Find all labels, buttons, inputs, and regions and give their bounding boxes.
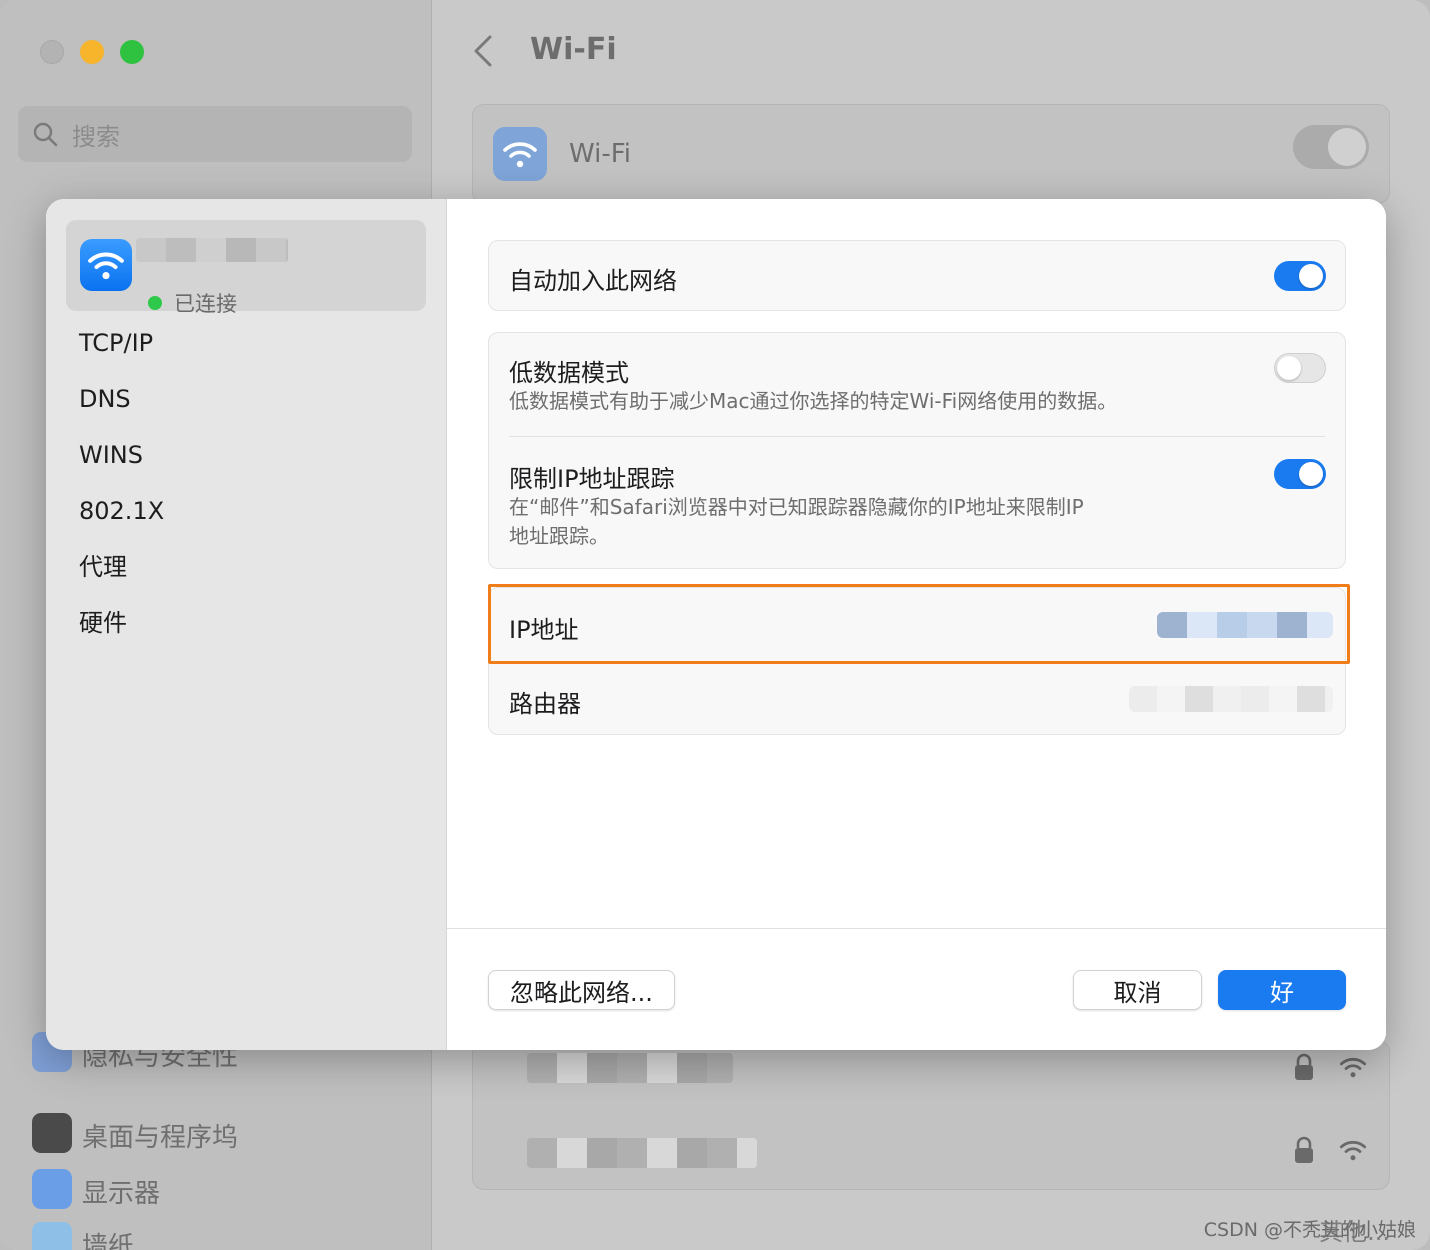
divider	[509, 436, 1325, 437]
wifi-icon	[80, 239, 132, 291]
lock-icon	[1295, 1053, 1313, 1080]
redacted-network-name	[136, 238, 288, 262]
window-close-button[interactable]	[40, 40, 64, 64]
sheet-content: 自动加入此网络 低数据模式 低数据模式有助于减少Mac通过你选择的特定Wi-Fi…	[447, 199, 1386, 1050]
redacted-network-name	[527, 1138, 757, 1168]
page-title: Wi-Fi	[530, 32, 617, 67]
limit-ip-tracking-toggle[interactable]	[1274, 459, 1326, 489]
nav-item-wins[interactable]: WINS	[79, 427, 164, 483]
list-item[interactable]	[473, 1041, 1389, 1116]
nav-item-dns[interactable]: DNS	[79, 371, 164, 427]
watermark: CSDN @不秃头的小姑娘	[1203, 1219, 1416, 1241]
nav-item-tcpip[interactable]: TCP/IP	[79, 315, 164, 371]
nav-item-proxy[interactable]: 代理	[79, 539, 164, 595]
list-item[interactable]	[473, 1116, 1389, 1191]
wifi-icon	[493, 127, 547, 181]
sheet-footer: 忽略此网络... 取消 好	[447, 928, 1386, 1050]
sheet-nav: TCP/IP DNS WINS 802.1X 代理 硬件	[79, 315, 164, 651]
redacted-router-value	[1129, 686, 1333, 712]
auto-join-group: 自动加入此网络	[488, 240, 1346, 311]
privacy-options-group: 低数据模式 低数据模式有助于减少Mac通过你选择的特定Wi-Fi网络使用的数据。…	[488, 332, 1346, 569]
ok-button[interactable]: 好	[1218, 970, 1346, 1010]
back-chevron-icon[interactable]	[470, 34, 498, 68]
sidebar-search-input[interactable]: 搜索	[18, 106, 412, 162]
connected-dot-icon	[148, 296, 162, 310]
flower-icon	[32, 1222, 72, 1250]
wifi-signal-icon	[1339, 1140, 1367, 1161]
sun-icon	[32, 1169, 72, 1209]
dock-icon	[32, 1113, 72, 1153]
cancel-button[interactable]: 取消	[1073, 970, 1202, 1010]
nav-item-8021x[interactable]: 802.1X	[79, 483, 164, 539]
wifi-toggle[interactable]	[1293, 125, 1369, 169]
window-minimize-button[interactable]	[80, 40, 104, 64]
router-label: 路由器	[509, 690, 581, 718]
lock-icon	[1295, 1136, 1313, 1163]
wifi-card-label: Wi-Fi	[569, 139, 632, 169]
auto-join-label: 自动加入此网络	[509, 267, 677, 295]
sheet-sidebar: 已连接 TCP/IP DNS WINS 802.1X 代理 硬件	[46, 199, 447, 1050]
ip-address-highlight-box	[488, 584, 1350, 664]
limit-ip-tracking-description-line2: 地址跟踪。	[509, 524, 609, 548]
window-zoom-button[interactable]	[120, 40, 144, 64]
nav-item-hardware[interactable]: 硬件	[79, 595, 164, 651]
connection-status-label: 已连接	[174, 292, 237, 316]
network-details-sheet: 已连接 TCP/IP DNS WINS 802.1X 代理 硬件 自动加入此网络…	[46, 199, 1386, 1050]
sidebar-item-desktop-dock[interactable]: 桌面与程序坞	[82, 1117, 238, 1154]
sidebar-item-wallpaper[interactable]: 墙纸	[82, 1226, 134, 1250]
forget-network-button[interactable]: 忽略此网络...	[488, 970, 675, 1010]
low-data-label: 低数据模式	[509, 359, 629, 387]
redacted-network-name	[527, 1053, 733, 1083]
auto-join-toggle[interactable]	[1274, 261, 1326, 291]
low-data-description: 低数据模式有助于减少Mac通过你选择的特定Wi-Fi网络使用的数据。	[509, 389, 1118, 413]
search-icon	[33, 122, 58, 147]
known-networks-list	[472, 1040, 1390, 1190]
limit-ip-tracking-label: 限制IP地址跟踪	[509, 465, 675, 493]
wifi-signal-icon	[1339, 1057, 1367, 1078]
sidebar-item-displays[interactable]: 显示器	[82, 1173, 160, 1210]
limit-ip-tracking-description-line1: 在“邮件”和Safari浏览器中对已知跟踪器隐藏你的IP地址来限制IP	[509, 495, 1084, 519]
current-network-card[interactable]: 已连接	[66, 220, 426, 316]
low-data-toggle[interactable]	[1274, 353, 1326, 383]
connection-status: 已连接	[148, 288, 237, 318]
search-placeholder: 搜索	[72, 122, 120, 151]
wifi-main-card: Wi-Fi	[472, 104, 1390, 204]
